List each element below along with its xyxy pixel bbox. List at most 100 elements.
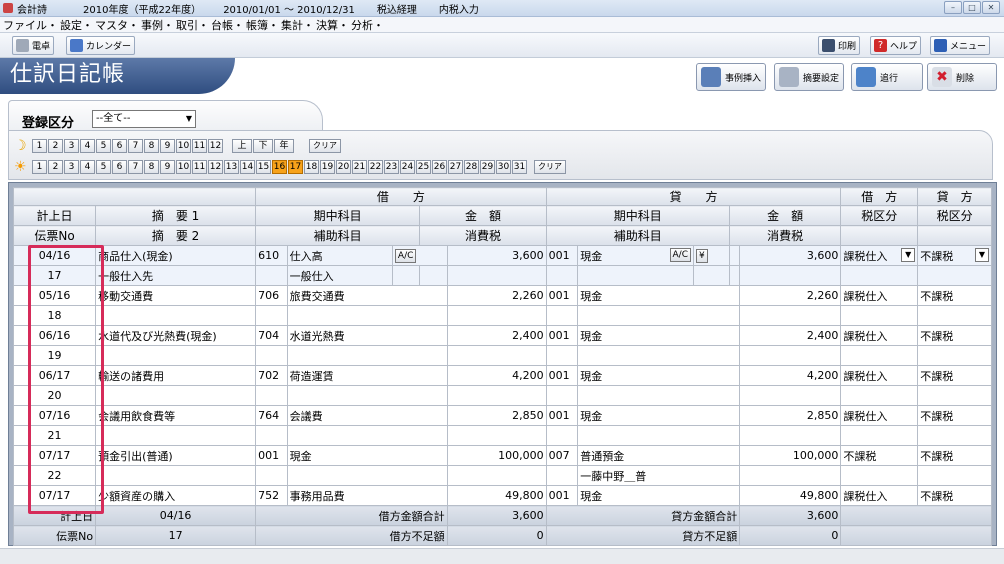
day-btn-2[interactable]: 2 <box>48 160 63 174</box>
dr-account-cell[interactable]: 会議費 <box>286 405 448 426</box>
first-half-btn[interactable]: 上 <box>232 139 252 153</box>
date-cell[interactable]: 07/17 <box>12 445 97 466</box>
delete-button[interactable]: ✖ 削除 <box>927 63 997 91</box>
dr-tax-cell[interactable]: 課税仕入 <box>840 365 919 386</box>
dr-code-cell[interactable]: 752 <box>255 485 288 506</box>
month-btn-8[interactable]: 8 <box>144 139 159 153</box>
dr-account-cell[interactable]: 水道光熱費 <box>286 325 448 346</box>
cr-amount-cell[interactable]: 2,400 <box>739 325 842 346</box>
dr-account-cell[interactable]: 荷造運賃 <box>286 365 448 386</box>
cr-amount-cell[interactable]: 100,000 <box>739 445 842 466</box>
yen-button[interactable]: ¥ <box>695 249 708 263</box>
cr-tax-cell[interactable]: 不課税 <box>917 285 992 306</box>
chevron-down-icon[interactable]: ▼ <box>901 247 916 262</box>
dr-tax-cell[interactable]: 課税仕入 <box>840 285 919 306</box>
cr-code-cell[interactable]: 001 <box>545 485 579 506</box>
dr-account-cell[interactable]: 現金 <box>286 445 448 466</box>
cr-code-cell[interactable]: 001 <box>545 365 579 386</box>
menu-ledger[interactable]: 台帳・ <box>211 17 244 33</box>
menu-books[interactable]: 帳簿・ <box>246 17 279 33</box>
day-btn-24[interactable]: 24 <box>400 160 415 174</box>
memo1-cell[interactable]: 輸送の諸費用 <box>95 365 257 386</box>
cr-account-cell[interactable]: 現金 <box>577 405 741 426</box>
month-btn-5[interactable]: 5 <box>96 139 111 153</box>
cr-amount-cell[interactable]: 3,600 <box>739 245 842 266</box>
dr-sub-cell[interactable]: 一般仕入 <box>286 265 393 286</box>
day-btn-31[interactable]: 31 <box>512 160 527 174</box>
dr-code-cell[interactable]: 610 <box>255 245 288 266</box>
dr-code-cell[interactable]: 706 <box>255 285 288 306</box>
menu-return-button[interactable]: メニュー <box>930 36 991 55</box>
day-btn-12[interactable]: 12 <box>208 160 223 174</box>
add-row-button[interactable]: 追行 <box>851 63 923 91</box>
day-btn-17[interactable]: 17 <box>288 160 303 174</box>
cr-code-cell[interactable]: 001 <box>545 245 579 266</box>
date-cell[interactable]: 04/16 <box>12 245 97 266</box>
cr-tax-cell[interactable]: 不課税 <box>917 445 992 466</box>
month-btn-12[interactable]: 12 <box>208 139 223 153</box>
day-btn-26[interactable]: 26 <box>432 160 447 174</box>
day-btn-7[interactable]: 7 <box>128 160 143 174</box>
cr-sub-cell[interactable]: 一藤中野＿普 <box>577 465 741 486</box>
dr-amount-cell[interactable]: 49,800 <box>446 485 547 506</box>
cr-tax-cell[interactable]: 不課税 <box>917 325 992 346</box>
cr-amount-cell[interactable]: 2,260 <box>739 285 842 306</box>
day-btn-16[interactable]: 16 <box>272 160 287 174</box>
cr-account-cell[interactable]: 現金 <box>577 325 741 346</box>
cr-amount-cell[interactable]: 49,800 <box>739 485 842 506</box>
day-btn-27[interactable]: 27 <box>448 160 463 174</box>
year-btn[interactable]: 年 <box>274 139 294 153</box>
cr-tax-cell[interactable]: 不課税 <box>917 365 992 386</box>
cr-code-cell[interactable]: 001 <box>545 285 579 306</box>
dr-amount-cell[interactable]: 2,400 <box>446 325 547 346</box>
cr-sub-cell[interactable] <box>577 265 694 286</box>
day-btn-25[interactable]: 25 <box>416 160 431 174</box>
day-btn-18[interactable]: 18 <box>304 160 319 174</box>
day-btn-30[interactable]: 30 <box>496 160 511 174</box>
cr-code-cell[interactable]: 007 <box>545 445 579 466</box>
date-cell[interactable]: 06/17 <box>12 365 97 386</box>
table-row[interactable]: 07/17 預金引出(普通) 001 現金 100,000 007 普通預金 1… <box>12 445 992 466</box>
date-cell[interactable]: 05/16 <box>12 285 97 306</box>
menu-closing[interactable]: 決算・ <box>316 17 349 33</box>
table-row[interactable]: 06/16 水道代及び光熱費(現金) 704 水道光熱費 2,400 001 現… <box>12 325 992 346</box>
cr-tax-cell[interactable]: 不課税 <box>917 405 992 426</box>
memo1-cell[interactable]: 水道代及び光熱費(現金) <box>95 325 257 346</box>
cr-account-cell[interactable]: 現金 <box>577 285 741 306</box>
month-btn-1[interactable]: 1 <box>32 139 47 153</box>
day-btn-13[interactable]: 13 <box>224 160 239 174</box>
table-row[interactable]: 06/17 輸送の諸費用 702 荷造運賃 4,200 001 現金 4,200… <box>12 365 992 386</box>
memo1-cell[interactable]: 預金引出(普通) <box>95 445 257 466</box>
month-btn-4[interactable]: 4 <box>80 139 95 153</box>
dr-amount-cell[interactable]: 2,850 <box>446 405 547 426</box>
maximize-button[interactable]: □ <box>963 1 981 14</box>
dr-tax-cell[interactable]: 課税仕入 <box>840 485 919 506</box>
day-btn-5[interactable]: 5 <box>96 160 111 174</box>
table-row[interactable]: 05/16 移動交通費 706 旅費交通費 2,260 001 現金 2,260… <box>12 285 992 306</box>
calendar-button[interactable]: カレンダー <box>66 36 136 55</box>
memo1-cell[interactable]: 商品仕入(現金) <box>95 245 257 266</box>
voucher-cell[interactable]: 20 <box>12 385 97 406</box>
day-btn-28[interactable]: 28 <box>464 160 479 174</box>
date-cell[interactable]: 07/17 <box>12 485 97 506</box>
day-btn-10[interactable]: 10 <box>176 160 191 174</box>
cr-account-cell[interactable]: 現金 A/C <box>577 245 694 266</box>
cr-tax-cell[interactable]: 不課税 ▼ <box>917 245 992 266</box>
day-btn-8[interactable]: 8 <box>144 160 159 174</box>
menu-master[interactable]: マスタ・ <box>95 17 139 33</box>
minimize-button[interactable]: – <box>944 1 962 14</box>
voucher-cell[interactable]: 19 <box>12 345 97 366</box>
month-btn-10[interactable]: 10 <box>176 139 191 153</box>
day-btn-15[interactable]: 15 <box>256 160 271 174</box>
dr-account-cell[interactable]: 旅費交通費 <box>286 285 448 306</box>
voucher-cell[interactable]: 18 <box>12 305 97 326</box>
day-btn-4[interactable]: 4 <box>80 160 95 174</box>
day-btn-19[interactable]: 19 <box>320 160 335 174</box>
dr-code-cell[interactable]: 764 <box>255 405 288 426</box>
day-btn-9[interactable]: 9 <box>160 160 175 174</box>
menu-analysis[interactable]: 分析・ <box>351 17 384 33</box>
menu-transactions[interactable]: 取引・ <box>176 17 209 33</box>
day-btn-14[interactable]: 14 <box>240 160 255 174</box>
cr-tax-cell[interactable]: 不課税 <box>917 485 992 506</box>
memo1-cell[interactable]: 移動交通費 <box>95 285 257 306</box>
